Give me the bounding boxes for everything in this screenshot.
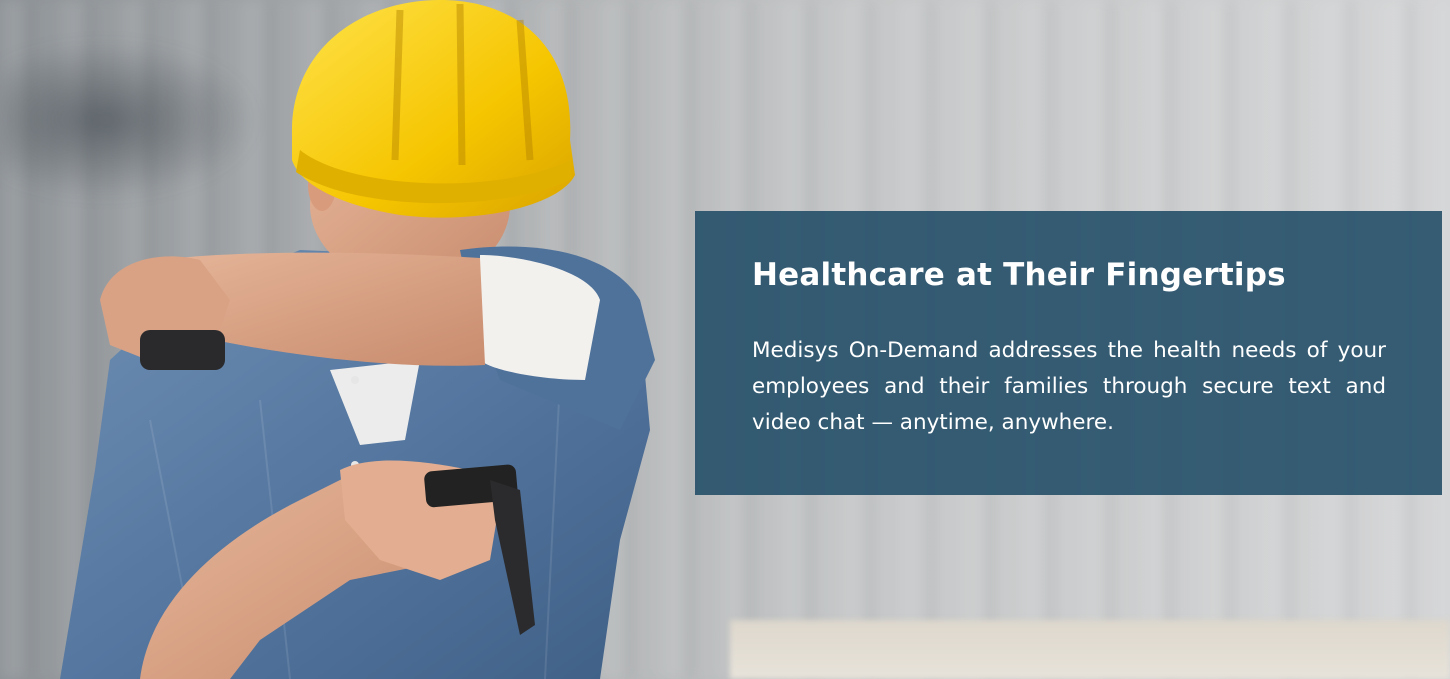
panel-description: Medisys On-Demand addresses the health n… xyxy=(752,338,1386,435)
info-panel: Healthcare at Their Fingertips Medisys O… xyxy=(695,211,1442,495)
hero-banner: Healthcare at Their Fingertips Medisys O… xyxy=(0,0,1450,679)
hero-image xyxy=(60,0,655,679)
background-floor xyxy=(730,620,1450,679)
panel-heading: Healthcare at Their Fingertips xyxy=(752,257,1286,293)
